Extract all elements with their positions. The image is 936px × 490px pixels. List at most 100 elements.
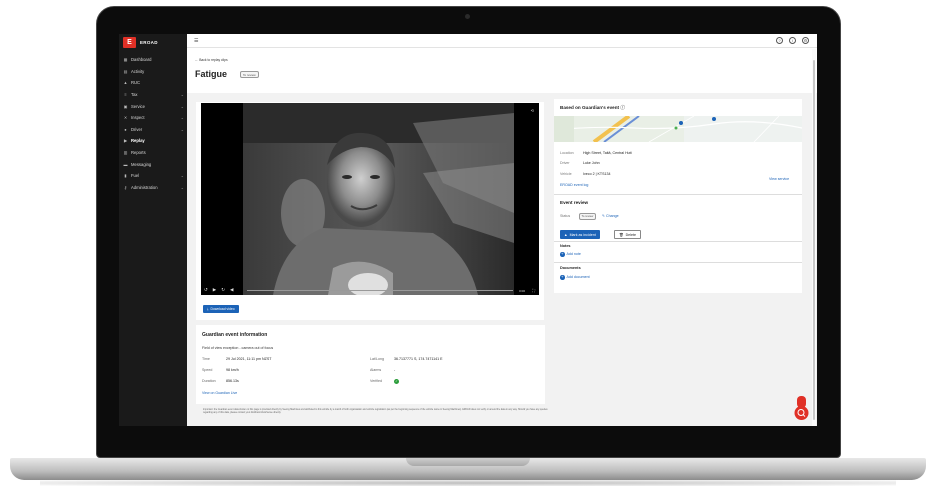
forward-icon[interactable]: ↻	[221, 287, 225, 293]
sidebar-item-replay[interactable]: ▶ Replay	[119, 135, 187, 147]
sidebar-item-label: Tax	[131, 92, 138, 98]
download-icon: ⤓	[207, 307, 209, 311]
sidebar-item-reports[interactable]: ▥ Reports	[119, 147, 187, 159]
notes-title: Notes	[560, 244, 571, 248]
info-circle-icon: ⓘ	[620, 105, 625, 110]
review-status-badge: To review	[579, 213, 596, 220]
back-link-label: Back to replay clips	[199, 58, 228, 62]
back-link[interactable]: ← Back to replay clips	[195, 58, 228, 62]
sidebar: E EROAD ▦ Dashboard ▤ Activity ▲ RUC ≡ Tax ⌄ ▣ Ser…	[119, 34, 187, 426]
support-chat-button[interactable]	[794, 396, 809, 420]
road-icon: ▲	[123, 80, 128, 86]
mark-as-incident-button[interactable]: ▲ Mark as incident	[560, 230, 600, 239]
sidebar-item-driver[interactable]: ● Driver ⌄	[119, 124, 187, 136]
sidebar-item-inspect[interactable]: ✕ Inspect ⌄	[119, 112, 187, 124]
video-time: 0:00	[519, 288, 525, 293]
location-map[interactable]	[554, 116, 802, 142]
fullscreen-icon[interactable]: ⛶	[532, 288, 535, 293]
tax-icon: ≡	[124, 92, 127, 98]
rewind-icon[interactable]: ↺	[204, 287, 208, 293]
report-icon: ▥	[123, 150, 128, 156]
settings-icon[interactable]: ⚙	[802, 37, 809, 44]
add-note-link[interactable]: + Add note	[560, 251, 581, 257]
sidebar-item-label: Messaging	[131, 161, 152, 167]
laptop-notch	[406, 458, 530, 466]
view-guardian-live-link[interactable]: View on Guardian Live	[202, 391, 237, 395]
sidebar-item-label: Driver	[131, 126, 143, 132]
chevron-down-icon: ⌄	[180, 92, 184, 98]
person-icon: ●	[124, 126, 127, 132]
list-icon: ▤	[123, 68, 128, 74]
event-panel: Based on Guardian's event ⓘ Location Hig…	[554, 99, 802, 293]
page-header: ← Back to replay clips Fatigue To review	[187, 48, 817, 93]
scrollbar-thumb[interactable]	[813, 60, 815, 420]
sidebar-item-label: Administration	[131, 184, 158, 190]
video-progress-bar[interactable]	[247, 290, 513, 291]
warning-icon: ▲	[564, 232, 568, 237]
video-frame	[243, 103, 514, 295]
key-icon: ⚷	[124, 184, 127, 190]
grid-icon: ▦	[123, 57, 128, 63]
fuel-icon: ▮	[124, 173, 127, 179]
sidebar-item-activity[interactable]: ▤ Activity	[119, 66, 187, 78]
sidebar-item-messaging[interactable]: ▬ Messaging	[119, 158, 187, 170]
pencil-icon: ✎	[602, 214, 606, 218]
sidebar-item-label: Dashboard	[131, 57, 152, 63]
chevron-down-icon: ⌄	[180, 115, 184, 121]
play-icon[interactable]: ▶	[213, 287, 216, 293]
plus-circle-icon: +	[560, 274, 565, 280]
service-icon: ▣	[123, 103, 128, 109]
help-icon[interactable]: ?	[776, 37, 783, 44]
share-icon[interactable]: ⟲	[531, 108, 534, 113]
sidebar-item-label: Replay	[131, 138, 145, 144]
add-document-link[interactable]: + Add document	[560, 274, 590, 280]
change-status-link[interactable]: ✎ Change	[602, 214, 619, 218]
volume-icon[interactable]: ◀	[230, 287, 233, 293]
delete-button[interactable]: 🗑 Delete	[614, 230, 641, 239]
video-card: ⟲ ↺ ▶ ↻ ◀ 0:00 ⛶ ⤓ Download video	[196, 102, 544, 320]
sidebar-item-label: Activity	[131, 68, 145, 74]
check-circle-icon: ✓	[394, 379, 399, 384]
sidebar-item-administration[interactable]: ⚷ Administration ⌄	[119, 182, 187, 194]
chevron-down-icon: ⌄	[180, 173, 184, 179]
arrow-left-icon: ←	[195, 58, 199, 62]
sidebar-nav: ▦ Dashboard ▤ Activity ▲ RUC ≡ Tax ⌄ ▣ Service ⌄ ✕ In…	[119, 54, 187, 193]
video-player[interactable]: ⟲ ↺ ▶ ↻ ◀ 0:00 ⛶	[201, 103, 539, 295]
chevron-down-icon: ⌄	[180, 126, 184, 132]
plus-circle-icon: +	[560, 251, 565, 257]
info-icon[interactable]: i	[789, 37, 796, 44]
event-log-link[interactable]: EROAD event log	[560, 183, 588, 187]
laptop-shadow	[40, 480, 896, 486]
guardian-info-subtitle: Field of view exception - camera out of …	[202, 346, 274, 350]
trash-icon: 🗑	[619, 232, 624, 237]
eroad-logo[interactable]: E EROAD	[123, 37, 158, 48]
sidebar-item-label: Service	[131, 103, 145, 109]
view-service-link[interactable]: View service	[769, 177, 789, 181]
sidebar-item-ruc[interactable]: ▲ RUC	[119, 77, 187, 89]
top-bar: ☰ ? i ⚙	[187, 34, 817, 48]
chevron-down-icon: ⌄	[180, 103, 184, 109]
app-screen: E EROAD ▦ Dashboard ▤ Activity ▲ RUC ≡ Tax ⌄ ▣ Ser…	[119, 34, 817, 426]
sidebar-item-service[interactable]: ▣ Service ⌄	[119, 100, 187, 112]
wrench-icon: ✕	[123, 115, 128, 121]
guardian-info-card: Guardian event information Field of view…	[196, 325, 545, 404]
download-video-button[interactable]: ⤓ Download video	[203, 305, 239, 313]
sidebar-item-label: Inspect	[131, 115, 145, 121]
replay-icon: ▶	[123, 138, 128, 144]
download-video-label: Download video	[210, 307, 235, 311]
disclaimer-note: Important: the Guardian event data shown…	[203, 409, 548, 415]
status-badge: To review	[240, 71, 259, 78]
sidebar-item-fuel[interactable]: ▮ Fuel ⌄	[119, 170, 187, 182]
menu-icon[interactable]: ☰	[194, 38, 198, 44]
sidebar-item-label: RUC	[131, 80, 141, 86]
sidebar-item-tax[interactable]: ≡ Tax ⌄	[119, 89, 187, 101]
page-title: Fatigue	[195, 69, 228, 79]
eroad-logo-icon: E	[123, 37, 136, 48]
event-review-title: Event review	[560, 200, 589, 205]
chevron-down-icon: ⌄	[180, 184, 184, 190]
webcam	[465, 14, 470, 19]
message-icon: ▬	[123, 161, 128, 167]
event-panel-title: Based on Guardian's event ⓘ	[560, 105, 625, 110]
sidebar-item-dashboard[interactable]: ▦ Dashboard	[119, 54, 187, 66]
sidebar-item-label: Fuel	[131, 173, 140, 179]
